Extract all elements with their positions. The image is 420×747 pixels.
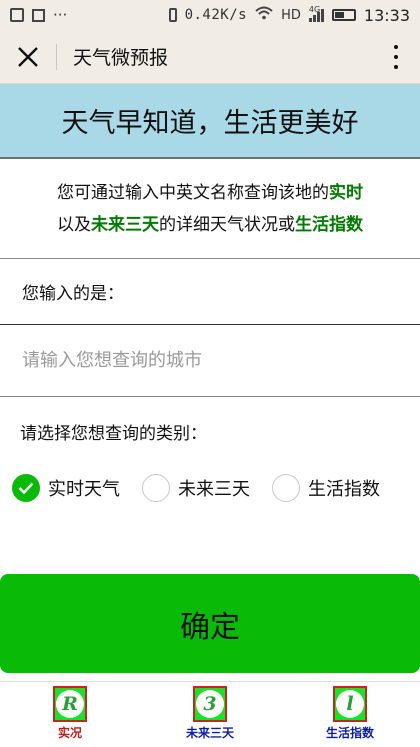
network-speed: 0.42K/s xyxy=(184,7,248,23)
network-type: HD xyxy=(281,7,301,23)
tab-life-index[interactable]: l 生活指数 xyxy=(280,682,420,747)
category-label: 请选择您想查询的类别： xyxy=(20,424,207,444)
description-line-1: 您可通过输入中英文名称查询该地的实时 xyxy=(57,182,363,203)
more-vertical-icon xyxy=(394,45,398,49)
city-search-input[interactable] xyxy=(0,325,420,396)
life-index-l-icon: l xyxy=(333,686,367,722)
more-notifications-icon: ··· xyxy=(53,6,68,24)
status-bar: ··· 0.42K/s HD 4G 13:33 xyxy=(0,0,420,30)
status-bar-left: ··· xyxy=(10,6,67,24)
qr-grid-icon xyxy=(32,8,45,22)
highlight-realtime: 实时 xyxy=(329,182,363,203)
radio-label: 生活指数 xyxy=(308,479,380,500)
tab-realtime[interactable]: R 实况 xyxy=(0,682,140,747)
close-icon xyxy=(18,46,38,67)
tab-three-days[interactable]: 3 未来三天 xyxy=(140,682,280,747)
slogan-banner: 天气早知道，生活更美好 xyxy=(0,84,420,159)
radio-unchecked-icon xyxy=(272,474,300,502)
bottom-tab-bar: R 实况 3 未来三天 l 生活指数 xyxy=(0,681,420,747)
image-icon xyxy=(10,8,24,22)
radio-realtime-weather[interactable]: 实时天气 xyxy=(12,474,120,502)
vibrate-icon xyxy=(168,8,177,22)
close-button[interactable] xyxy=(0,30,56,84)
description: 您可通过输入中英文名称查询该地的实时 以及未来三天的详细天气状况或生活指数 xyxy=(0,159,420,259)
wifi-icon xyxy=(255,6,273,24)
title-divider xyxy=(56,43,57,70)
realtime-r-icon: R xyxy=(53,686,87,722)
radio-life-index[interactable]: 生活指数 xyxy=(272,474,380,502)
tab-label: 生活指数 xyxy=(325,726,374,740)
radio-checked-icon xyxy=(12,474,40,502)
category-radio-group: 实时天气 未来三天 生活指数 xyxy=(0,455,420,521)
more-options-button[interactable] xyxy=(386,42,406,72)
radio-unchecked-icon xyxy=(142,474,170,502)
input-echo-label: 您输入的是： xyxy=(0,259,420,325)
three-days-3-icon: 3 xyxy=(193,686,227,722)
highlight-three-days: 未来三天 xyxy=(91,214,159,235)
radio-label: 实时天气 xyxy=(48,479,120,500)
title-bar: 天气微预报 xyxy=(0,30,420,84)
confirm-button[interactable]: 确定 xyxy=(0,574,420,673)
tab-label: 未来三天 xyxy=(185,726,234,740)
city-input-container xyxy=(0,325,420,397)
description-line-2: 以及未来三天的详细天气状况或生活指数 xyxy=(57,214,363,235)
battery-icon xyxy=(331,9,356,21)
signal-icon: 4G xyxy=(308,5,324,22)
highlight-life-index: 生活指数 xyxy=(295,214,363,235)
clock: 13:33 xyxy=(363,5,410,25)
page-title: 天气微预报 xyxy=(73,47,169,69)
radio-three-days[interactable]: 未来三天 xyxy=(142,474,250,502)
status-bar-right: 0.42K/s HD 4G 13:33 xyxy=(168,5,410,25)
tab-label: 实况 xyxy=(57,726,82,740)
signal-type: 4G xyxy=(308,4,321,14)
radio-label: 未来三天 xyxy=(178,479,250,500)
